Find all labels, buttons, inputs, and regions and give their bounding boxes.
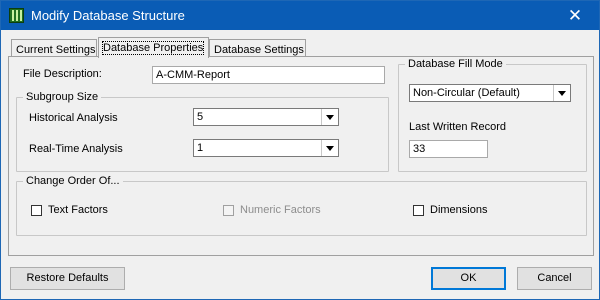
change-order-title: Change Order Of... [23, 175, 123, 187]
last-written-record-input[interactable]: 33 [409, 140, 488, 158]
subgroup-size-group: Subgroup Size Historical Analysis 5 Real… [16, 91, 389, 172]
fill-mode-value: Non-Circular (Default) [413, 87, 520, 99]
realtime-analysis-label: Real-Time Analysis [29, 143, 123, 155]
chevron-down-icon[interactable] [321, 109, 338, 125]
close-icon[interactable]: ✕ [555, 3, 595, 28]
chevron-down-icon[interactable] [553, 85, 570, 101]
realtime-analysis-value: 1 [197, 142, 204, 154]
dialog-window: Modify Database Structure ✕ Current Sett… [0, 0, 600, 300]
numeric-factors-label: Numeric Factors [240, 204, 321, 216]
ok-button[interactable]: OK [431, 267, 506, 290]
subgroup-size-title: Subgroup Size [23, 91, 102, 103]
database-fill-mode-group: Database Fill Mode Non-Circular (Default… [398, 58, 587, 172]
fill-mode-select[interactable]: Non-Circular (Default) [409, 84, 571, 102]
cancel-button[interactable]: Cancel [517, 267, 592, 290]
chevron-down-icon[interactable] [321, 140, 338, 156]
historical-analysis-value: 5 [197, 111, 204, 123]
numeric-factors-checkbox[interactable] [223, 205, 234, 216]
text-factors-label[interactable]: Text Factors [48, 204, 108, 216]
tab-panel: File Description: A-CMM-Report Subgroup … [8, 56, 594, 256]
tab-label: Current Settings [16, 44, 96, 56]
last-written-record-label: Last Written Record [409, 121, 507, 133]
dimensions-label[interactable]: Dimensions [430, 204, 487, 216]
tab-label: Database Settings [214, 44, 304, 56]
text-factors-checkbox[interactable] [31, 205, 42, 216]
restore-defaults-button[interactable]: Restore Defaults [10, 267, 125, 290]
database-bars-icon [9, 8, 24, 23]
tab-label: Database Properties [101, 41, 205, 55]
tab-database-properties[interactable]: Database Properties [98, 37, 209, 58]
historical-analysis-select[interactable]: 5 [193, 108, 339, 126]
dimensions-checkbox[interactable] [413, 205, 424, 216]
change-order-group: Change Order Of... Text Factors Numeric … [16, 175, 587, 236]
window-title: Modify Database Structure [31, 8, 185, 23]
realtime-analysis-select[interactable]: 1 [193, 139, 339, 157]
title-bar[interactable]: Modify Database Structure ✕ [1, 1, 599, 30]
historical-analysis-label: Historical Analysis [29, 112, 118, 124]
database-fill-mode-title: Database Fill Mode [405, 58, 506, 70]
file-description-label: File Description: [23, 68, 102, 80]
file-description-input[interactable]: A-CMM-Report [152, 66, 385, 84]
